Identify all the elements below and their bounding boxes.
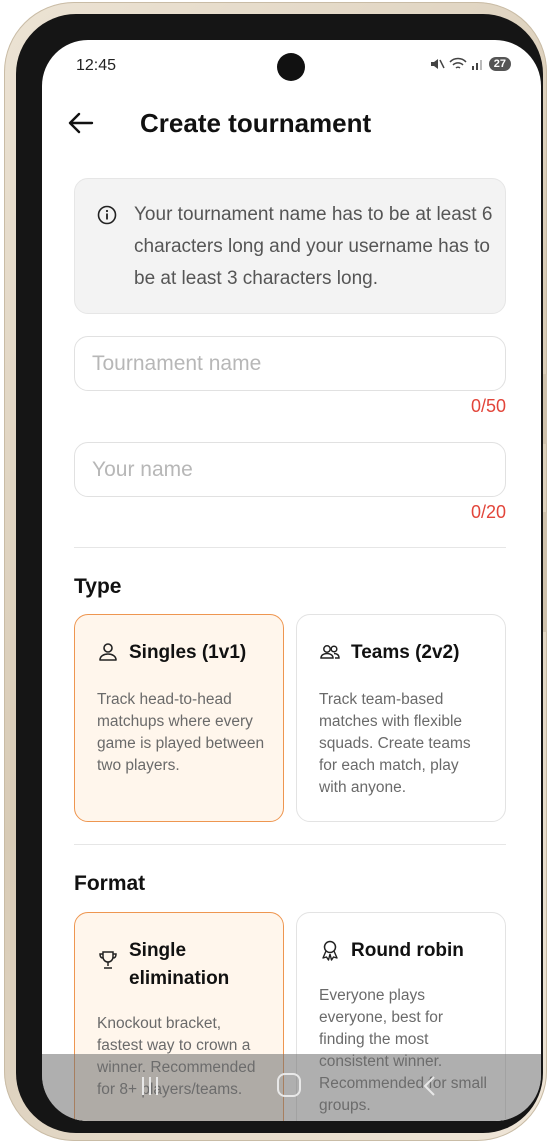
tournament-name-input[interactable] [75,337,505,390]
type-option-teams[interactable]: Teams (2v2) Track team-based matches wit… [296,614,506,822]
format-option-label: Single elimination [129,940,230,989]
signal-icon [471,60,482,70]
page-title: Create tournament [140,108,372,138]
tournament-name-counter: 0/50 [470,396,506,416]
battery-icon: 27 [488,57,511,71]
type-section-title: Type [74,575,122,598]
type-option-description: Track team-based matches with flexible s… [319,691,471,796]
tournament-name-field[interactable] [74,336,506,391]
format-option-label: Round robin [351,940,464,961]
info-text: Your tournament name has to be at least … [134,204,493,289]
app-header: Create tournament [42,100,541,150]
recents-icon[interactable] [138,1074,162,1098]
status-bar: 12:45 27 [42,40,541,96]
medal-icon [322,940,338,961]
phone-frame: 12:45 27 Create tournament Your tourname… [4,2,547,1141]
type-option-singles[interactable]: Singles (1v1) Track head-to-head matchup… [74,614,284,822]
divider [74,844,506,845]
your-name-counter: 0/20 [470,502,506,522]
phone-bezel: 12:45 27 Create tournament Your tourname… [16,14,543,1133]
your-name-field[interactable] [74,442,506,497]
screen: 12:45 27 Create tournament Your tourname… [42,40,541,1121]
system-navigation-bar [42,1054,541,1121]
format-section-title: Format [74,872,146,895]
person-icon [99,643,117,661]
type-option-description: Track head-to-head matchups where every … [97,691,265,774]
mute-icon [430,59,445,69]
info-banner: Your tournament name has to be at least … [74,178,506,314]
divider [74,547,506,548]
type-option-label: Singles (1v1) [129,642,247,663]
status-time: 12:45 [76,57,117,74]
status-icons: 27 [429,57,511,71]
trophy-icon [99,951,117,969]
group-icon [320,645,340,659]
nav-back-icon[interactable] [418,1074,442,1098]
info-icon [97,205,117,225]
back-arrow-icon[interactable] [66,108,96,138]
your-name-input[interactable] [75,443,505,496]
home-icon[interactable] [277,1073,301,1097]
front-camera [277,53,305,81]
type-option-label: Teams (2v2) [351,642,460,663]
wifi-icon [449,57,467,69]
